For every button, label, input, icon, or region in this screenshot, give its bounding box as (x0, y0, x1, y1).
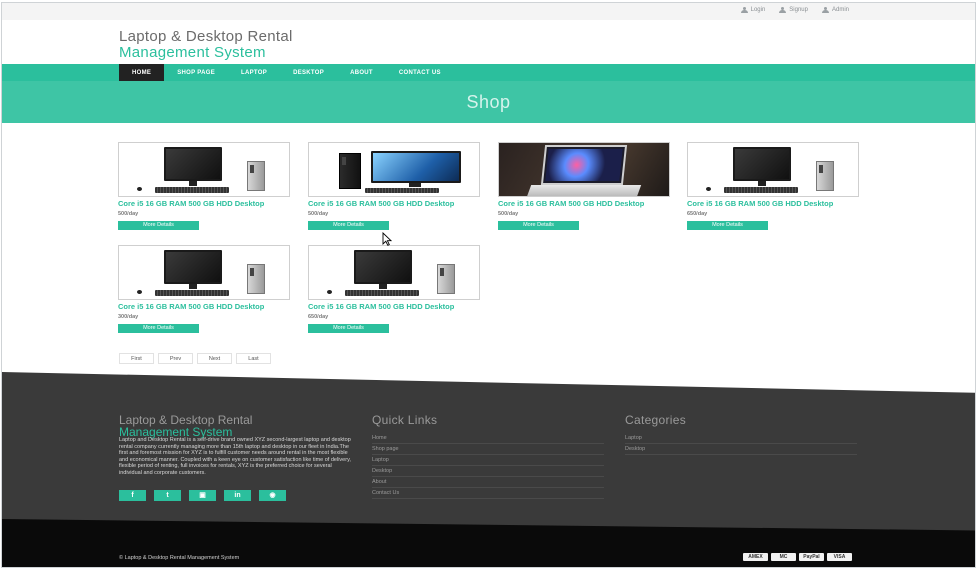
product-card: Core i5 16 GB RAM 500 GB HDD Desktop 500… (308, 142, 480, 230)
nav-home[interactable]: HOME (119, 64, 165, 81)
more-details-button[interactable]: More Details (687, 221, 768, 230)
admin-link[interactable]: Admin (821, 7, 849, 13)
visa-card-icon: VISA (827, 553, 852, 561)
product-title[interactable]: Core i5 16 GB RAM 500 GB HDD Desktop (118, 200, 290, 208)
account-links: Login Signup Admin (740, 7, 849, 13)
quick-link-desktop[interactable]: Desktop (372, 466, 604, 477)
product-price: 500/day (498, 211, 519, 217)
pager-next-button[interactable]: Next (197, 353, 232, 364)
amex-card-icon: AMEX (743, 553, 768, 561)
user-icon (779, 7, 787, 13)
mastercard-icon: MC (771, 553, 796, 561)
quick-link-laptop[interactable]: Laptop (372, 455, 604, 466)
youtube-icon[interactable]: ▣ (189, 490, 216, 501)
pager-first-button[interactable]: First (119, 353, 154, 364)
twitter-icon[interactable]: t (154, 490, 181, 501)
facebook-icon[interactable]: f (119, 490, 146, 501)
quick-link-shop-page[interactable]: Shop page (372, 444, 604, 455)
payment-cards: AMEX MC PayPal VISA (743, 553, 852, 561)
product-price: 500/day (118, 211, 139, 217)
product-image[interactable] (687, 142, 859, 197)
mouse-cursor-icon (382, 232, 392, 246)
footer-description: Laptop and Desktop Rental is a self-driv… (119, 437, 351, 476)
product-image[interactable] (308, 142, 480, 197)
logo-line-1: Laptop & Desktop Rental (119, 28, 293, 45)
pagination: First Prev Next Last (119, 353, 271, 364)
nav-contact-us[interactable]: CONTACT US (386, 64, 454, 81)
quick-link-contact-us[interactable]: Contact Us (372, 488, 604, 499)
product-image[interactable] (118, 142, 290, 197)
product-price: 650/day (687, 211, 708, 217)
more-details-button[interactable]: More Details (118, 221, 199, 230)
product-title[interactable]: Core i5 16 GB RAM 500 GB HDD Desktop (118, 303, 290, 311)
site-logo[interactable]: Laptop & Desktop Rental Management Syste… (119, 29, 293, 61)
top-bar: Login Signup Admin (2, 3, 975, 20)
logo-line-2: Management System (119, 44, 266, 61)
product-image[interactable] (118, 245, 290, 300)
product-card: Core i5 16 GB RAM 500 GB HDD Desktop 650… (308, 245, 480, 333)
product-title[interactable]: Core i5 16 GB RAM 500 GB HDD Desktop (308, 200, 480, 208)
nav-laptop[interactable]: LAPTOP (228, 64, 280, 81)
more-details-button[interactable]: More Details (498, 221, 579, 230)
more-details-button[interactable]: More Details (308, 221, 389, 230)
product-image[interactable] (308, 245, 480, 300)
quick-link-home[interactable]: Home (372, 433, 604, 444)
product-card: Core i5 16 GB RAM 500 GB HDD Desktop 500… (118, 142, 290, 230)
nav-about[interactable]: ABOUT (337, 64, 386, 81)
user-icon (740, 7, 748, 13)
browser-viewport: Login Signup Admin Laptop & Desktop Rent… (1, 2, 976, 568)
product-card: Core i5 16 GB RAM 500 GB HDD Desktop 650… (687, 142, 859, 230)
quick-links-heading: Quick Links (372, 413, 438, 427)
product-title[interactable]: Core i5 16 GB RAM 500 GB HDD Desktop (687, 200, 859, 208)
quick-links: Quick Links Home Shop page Laptop Deskto… (372, 413, 604, 499)
product-price: 650/day (308, 314, 329, 320)
copyright-text: © Laptop & Desktop Rental Management Sys… (119, 555, 240, 561)
paypal-icon: PayPal (799, 553, 824, 561)
category-desktop[interactable]: Desktop (625, 444, 857, 455)
nav-desktop[interactable]: DESKTOP (280, 64, 337, 81)
linkedin-icon[interactable]: in (224, 490, 251, 501)
signup-link[interactable]: Signup (779, 7, 808, 13)
category-laptop[interactable]: Laptop (625, 433, 857, 444)
product-title[interactable]: Core i5 16 GB RAM 500 GB HDD Desktop (498, 200, 670, 208)
more-details-button[interactable]: More Details (308, 324, 389, 333)
main-nav: HOME SHOP PAGE LAPTOP DESKTOP ABOUT CONT… (2, 64, 975, 81)
footer-brand: Laptop & Desktop Rental Management Syste… (119, 413, 253, 439)
product-card: Core i5 16 GB RAM 500 GB HDD Desktop 300… (118, 245, 290, 333)
page-banner: Shop (2, 81, 975, 123)
product-price: 300/day (118, 314, 139, 320)
product-price: 500/day (308, 211, 329, 217)
categories: Categories Laptop Desktop (625, 413, 857, 455)
product-image[interactable] (498, 142, 670, 197)
categories-heading: Categories (625, 413, 687, 427)
product-card: Core i5 16 GB RAM 500 GB HDD Desktop 500… (498, 142, 670, 230)
product-title[interactable]: Core i5 16 GB RAM 500 GB HDD Desktop (308, 303, 480, 311)
pager-prev-button[interactable]: Prev (158, 353, 193, 364)
login-link[interactable]: Login (740, 7, 765, 13)
instagram-icon[interactable]: ◉ (259, 490, 286, 501)
more-details-button[interactable]: More Details (118, 324, 199, 333)
user-icon (821, 7, 829, 13)
social-links: f t ▣ in ◉ (119, 490, 286, 501)
nav-shop-page[interactable]: SHOP PAGE (164, 64, 228, 81)
quick-link-about[interactable]: About (372, 477, 604, 488)
pager-last-button[interactable]: Last (236, 353, 271, 364)
page-title: Shop (466, 92, 511, 112)
